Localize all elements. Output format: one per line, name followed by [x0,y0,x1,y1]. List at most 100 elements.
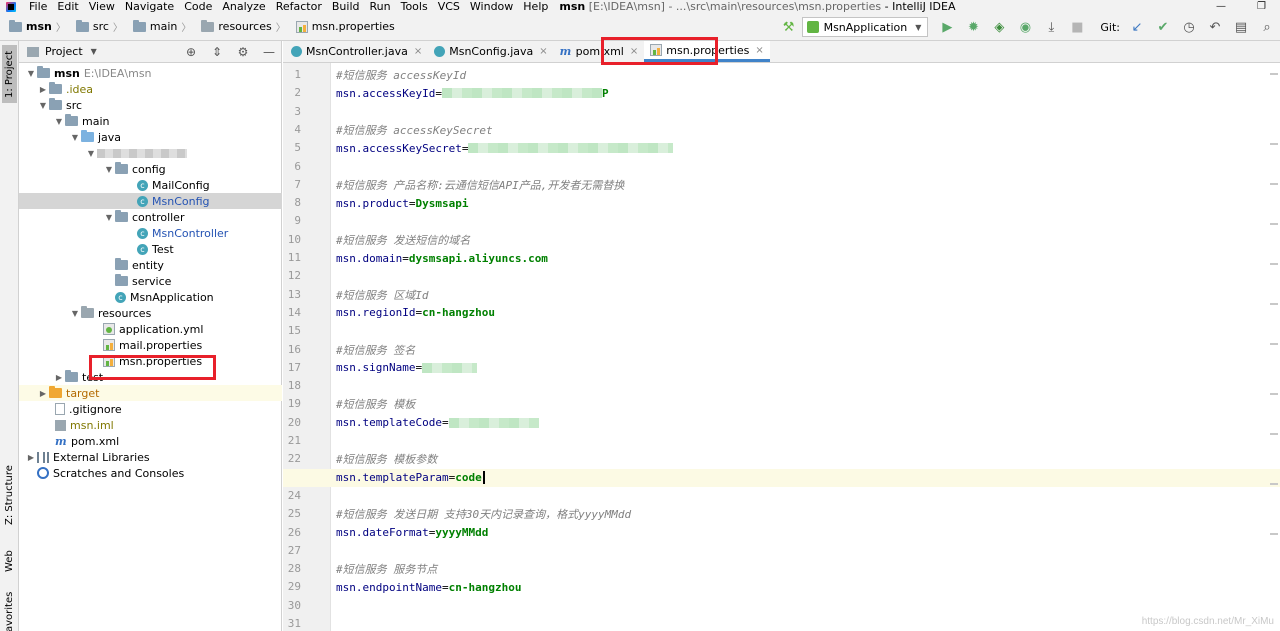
code-line[interactable]: #短信服务 区域Id [336,286,1280,304]
favorites-tool-tab[interactable]: avorites [2,592,17,631]
project-tool-tab[interactable]: 1: Project [2,45,17,103]
build-hammer-icon[interactable]: ⚒ [781,19,797,35]
menu-refactor[interactable]: Refactor [271,0,327,13]
tree-node-msncontroller[interactable]: c MsnController [19,225,282,241]
tree-node-test-class[interactable]: c Test [19,241,282,257]
tree-node-main[interactable]: ▼ main [19,113,282,129]
tab-pom[interactable]: m pom.xml × [554,41,645,62]
hide-panel-icon[interactable]: — [261,44,277,60]
breadcrumb-project[interactable]: msn 〉 [6,19,73,34]
code-line[interactable] [336,212,1280,230]
minimize-icon[interactable]: — [1216,0,1226,13]
tree-node-scratches[interactable]: Scratches and Consoles [19,465,282,481]
code-line[interactable]: #短信服务 模板参数 [336,450,1280,468]
code-line[interactable] [336,597,1280,615]
tree-node-mail-properties[interactable]: mail.properties [19,337,282,353]
code-line[interactable]: #短信服务 发送短信的域名 [336,231,1280,249]
code-line[interactable] [336,542,1280,560]
menu-vcs[interactable]: VCS [433,0,465,13]
code-line[interactable] [336,432,1280,450]
tree-node-src[interactable]: ▼ src [19,97,282,113]
coverage-icon[interactable]: ◈ [991,19,1007,35]
breadcrumb-src[interactable]: src 〉 [73,19,130,34]
tree-node-target[interactable]: ▶ target [19,385,282,401]
web-tool-tab[interactable]: Web [2,541,17,581]
code-line[interactable] [336,103,1280,121]
tree-node-msn-properties[interactable]: msn.properties [19,353,282,369]
code-line[interactable]: msn.accessKeyId = P [336,84,1280,102]
editor-scrollbar[interactable] [1268,63,1280,631]
stop-icon[interactable]: ■ [1069,19,1085,35]
tree-node-resources[interactable]: ▼ resources [19,305,282,321]
menu-help[interactable]: Help [518,0,553,13]
breadcrumb-resources[interactable]: resources 〉 [198,19,292,34]
tree-node-msn[interactable]: ▼ msn E:\IDEA\msn [19,65,282,81]
code-line[interactable]: msn.templateParam = code [283,468,1280,487]
locate-file-icon[interactable]: ⊕ [183,44,199,60]
close-icon[interactable]: × [755,45,763,56]
search-everywhere-icon[interactable]: ⌕ [1259,19,1275,35]
tree-node-msnapplication[interactable]: c MsnApplication [19,289,282,305]
code-line[interactable] [336,267,1280,285]
git-update-icon[interactable]: ↙ [1129,19,1145,35]
code-line[interactable]: msn.signName = [336,359,1280,377]
code-line[interactable]: msn.templateCode = [336,414,1280,432]
git-rollback-icon[interactable]: ↶ [1207,19,1223,35]
code-line[interactable]: #短信服务 模板 [336,395,1280,413]
code-line[interactable]: msn.accessKeySecret = [336,139,1280,157]
code-line[interactable] [336,322,1280,340]
code-line[interactable] [336,487,1280,505]
tree-node-pom-xml[interactable]: m pom.xml [19,433,282,449]
close-icon[interactable]: × [414,46,422,57]
tree-node-idea[interactable]: ▶ .idea [19,81,282,97]
close-icon[interactable]: × [630,46,638,57]
code-line[interactable]: #短信服务 产品名称:云通信短信API产品,开发者无需替换 [336,176,1280,194]
code-line[interactable] [336,615,1280,631]
tree-node-gitignore[interactable]: .gitignore [19,401,282,417]
code-line[interactable]: msn.endpointName = cn-hangzhou [336,578,1280,596]
tree-node-controller[interactable]: ▼ controller [19,209,282,225]
code-line[interactable]: #短信服务 发送日期 支持30天内记录查询，格式yyyyMMdd [336,505,1280,523]
breadcrumb-file[interactable]: msn.properties [293,20,398,33]
menu-run[interactable]: Run [365,0,396,13]
code-line[interactable] [336,158,1280,176]
menu-edit[interactable]: Edit [52,0,83,13]
restore-icon[interactable]: ❐ [1257,0,1266,13]
code-line[interactable]: #短信服务 accessKeyId [336,66,1280,84]
code-line[interactable]: msn.domain = dysmsapi.aliyuncs.com [336,249,1280,267]
attach-icon[interactable]: ⤓ [1043,19,1059,35]
tree-node-package[interactable]: ▼ [19,145,282,161]
tree-node-java[interactable]: ▼ java [19,129,282,145]
code-line[interactable]: msn.dateFormat = yyyyMMdd [336,524,1280,542]
menu-window[interactable]: Window [465,0,518,13]
tab-msnconfig[interactable]: MsnConfig.java × [428,41,553,62]
menu-tools[interactable]: Tools [396,0,433,13]
collapse-all-icon[interactable]: ⇕ [209,44,225,60]
code-line[interactable] [336,377,1280,395]
git-commit-icon[interactable]: ✔ [1155,19,1171,35]
profile-icon[interactable]: ◉ [1017,19,1033,35]
code-area[interactable]: #短信服务 accessKeyId msn.accessKeyId = P #短信服务 … [283,63,1280,631]
run-icon[interactable]: ▶ [939,19,955,35]
tree-node-application-yml[interactable]: application.yml [19,321,282,337]
code-line[interactable]: msn.product = Dysmsapi [336,194,1280,212]
menu-code[interactable]: Code [179,0,217,13]
menu-navigate[interactable]: Navigate [120,0,179,13]
tree-node-external-libraries[interactable]: ▶ External Libraries [19,449,282,465]
menu-analyze[interactable]: Analyze [217,0,270,13]
structure-tool-tab[interactable]: Z: Structure [2,465,17,525]
tree-node-msn-iml[interactable]: msn.iml [19,417,282,433]
tree-node-mailconfig[interactable]: c MailConfig [19,177,282,193]
gear-icon[interactable]: ⚙ [235,44,251,60]
code-line[interactable]: #短信服务 服务节点 [336,560,1280,578]
debug-icon[interactable]: ✹ [965,19,981,35]
project-structure-icon[interactable]: ▤ [1233,19,1249,35]
menu-file[interactable]: File [24,0,52,13]
project-panel-header[interactable]: Project ▼ ⊕ ⇕ ⚙ — [19,41,281,63]
tree-node-test[interactable]: ▶ test [19,369,282,385]
tree-node-entity[interactable]: entity [19,257,282,273]
code-line[interactable]: msn.regionId = cn-hangzhou [336,304,1280,322]
tree-node-service[interactable]: service [19,273,282,289]
tab-msncontroller[interactable]: MsnController.java × [285,41,428,62]
run-configuration-select[interactable]: MsnApplication ▼ [801,17,929,37]
